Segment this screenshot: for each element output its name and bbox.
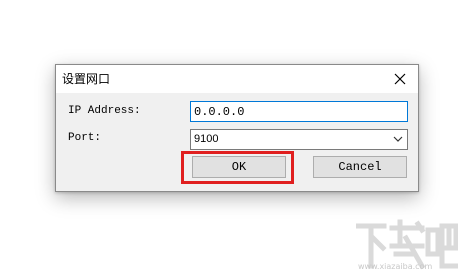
settings-dialog: 设置网口 IP Address: 0.0.0.0 Port: 9100 OK C… bbox=[55, 64, 419, 192]
ip-address-input[interactable]: 0.0.0.0 bbox=[190, 101, 408, 122]
close-button[interactable] bbox=[382, 65, 418, 93]
ok-button[interactable]: OK bbox=[192, 156, 286, 178]
dialog-title: 设置网口 bbox=[62, 72, 111, 86]
chevron-down-icon bbox=[393, 136, 403, 142]
dialog-titlebar: 设置网口 bbox=[56, 65, 418, 93]
port-select-value: 9100 bbox=[194, 133, 219, 145]
watermark-url: www.xiazaiba.com bbox=[358, 262, 433, 271]
port-label: Port: bbox=[68, 132, 102, 144]
close-icon bbox=[394, 73, 406, 85]
cancel-button[interactable]: Cancel bbox=[313, 156, 407, 178]
port-select[interactable]: 9100 bbox=[190, 129, 408, 150]
ip-address-label: IP Address: bbox=[68, 105, 141, 117]
